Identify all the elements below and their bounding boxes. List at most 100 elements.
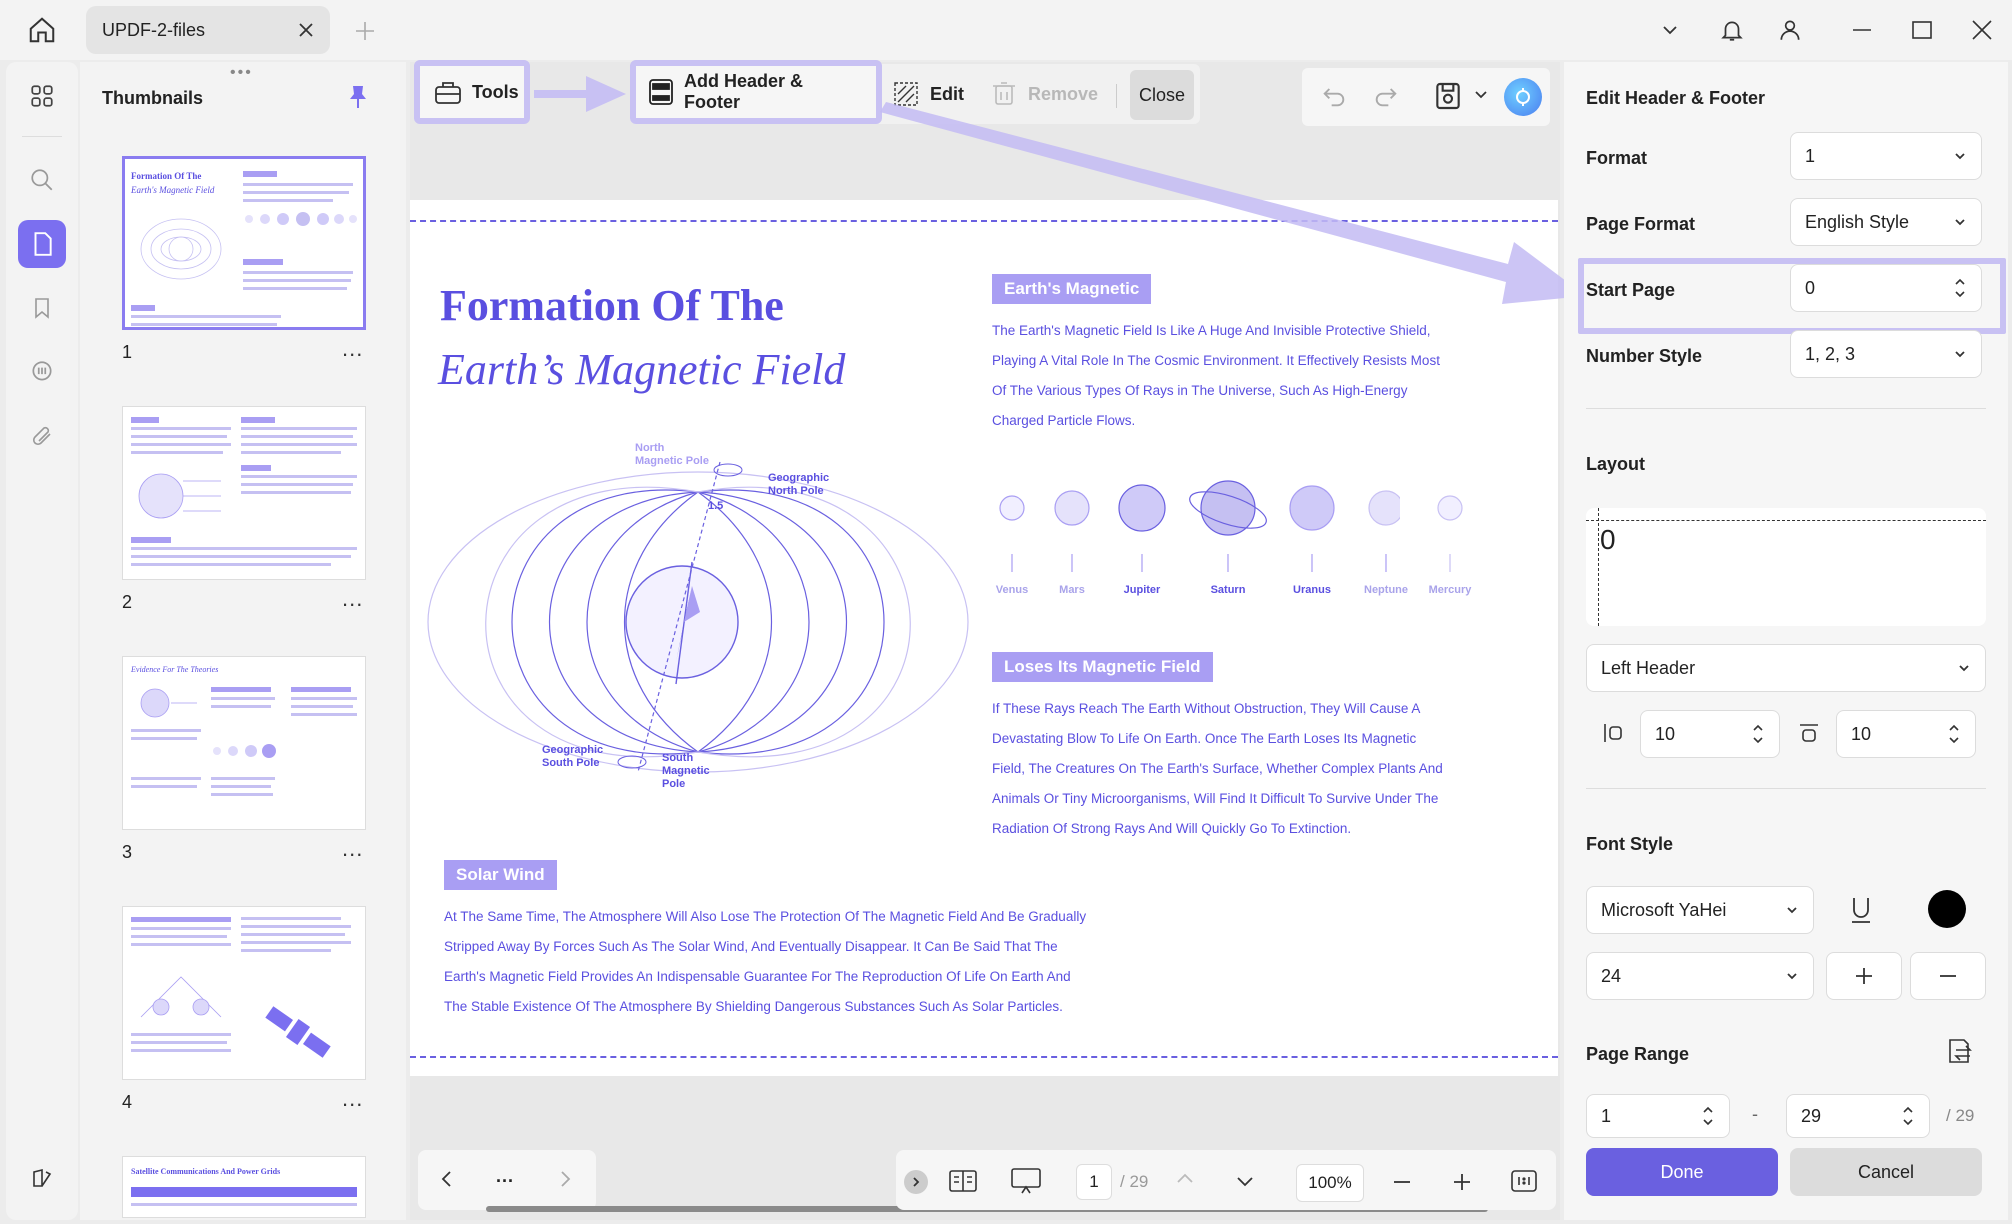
thumbnail-number: 1 <box>122 342 133 362</box>
underline-icon[interactable] <box>1846 894 1876 926</box>
stepper-arrows-icon[interactable] <box>1947 722 1961 746</box>
planet-label-saturn: Saturn <box>1210 584 1246 596</box>
maximize-icon[interactable] <box>1906 14 1938 46</box>
add-header-footer-button[interactable]: Add Header & Footer <box>630 60 882 124</box>
stepper-arrows-icon[interactable] <box>1953 276 1967 300</box>
stepper-arrows-icon[interactable] <box>1751 722 1765 746</box>
bell-icon[interactable] <box>1714 12 1750 48</box>
label-south-magnetic-pole: South Magnetic Pole <box>662 752 710 790</box>
format-select[interactable]: 1 <box>1790 132 1982 180</box>
chevron-down-icon <box>1787 973 1797 980</box>
start-page-value: 0 <box>1805 277 1816 298</box>
thumbnail-page-4[interactable] <box>122 906 366 1080</box>
chevron-down-icon <box>1787 907 1797 914</box>
number-style-select[interactable]: 1, 2, 3 <box>1790 330 1982 378</box>
user-icon[interactable] <box>1772 12 1808 48</box>
next-icon[interactable] <box>554 1168 576 1190</box>
thumbnails-panel: ••• Thumbnails Formation Of The Earth's … <box>80 62 406 1220</box>
minus-icon <box>1940 975 1956 977</box>
two-page-view-icon[interactable] <box>948 1168 978 1194</box>
text-line: Of The Various Types Of Rays in The Univ… <box>992 383 1408 398</box>
preview-guide-v <box>1598 508 1599 626</box>
font-family-select[interactable]: Microsoft YaHei <box>1586 886 1814 934</box>
document-tab[interactable]: UPDF-2-files <box>86 6 330 54</box>
page-format-select[interactable]: English Style <box>1790 198 1982 246</box>
decrease-font-button[interactable] <box>1910 952 1986 1000</box>
document-title-line2: Earth’s Magnetic Field <box>438 345 846 394</box>
thumbnail-more-button[interactable]: ... <box>342 336 363 362</box>
page-down-icon[interactable] <box>1234 1170 1256 1192</box>
position-select[interactable]: Left Header <box>1586 644 1986 692</box>
page-range-swap-icon[interactable] <box>1944 1036 1974 1068</box>
zoom-in-icon[interactable] <box>1452 1172 1472 1192</box>
arrow-tools-to-header <box>534 76 626 112</box>
expand-icon[interactable] <box>904 1170 928 1194</box>
section-heading-solar-wind: Solar Wind <box>444 860 557 890</box>
theme-icon[interactable] <box>18 1154 66 1202</box>
done-button[interactable]: Done <box>1586 1148 1778 1196</box>
minimize-icon[interactable] <box>1846 14 1878 46</box>
page-format-label: Page Format <box>1586 214 1696 234</box>
page-up-icon[interactable] <box>1174 1168 1196 1190</box>
previous-icon[interactable] <box>436 1168 458 1190</box>
label-north-magnetic-pole: North Magnetic Pole <box>635 442 709 467</box>
label-geographic-south-pole: Geographic South Pole <box>542 744 604 769</box>
close-window-icon[interactable] <box>1966 14 1998 46</box>
search-icon[interactable] <box>18 156 66 204</box>
thumbnail-page-3[interactable]: Evidence For The Theories <box>122 656 366 830</box>
thumbnail-more-button[interactable]: ... <box>342 836 363 862</box>
range-dash: - <box>1752 1104 1758 1124</box>
range-end-stepper[interactable]: 29 <box>1786 1094 1930 1138</box>
font-color-swatch[interactable] <box>1928 890 1966 928</box>
home-icon[interactable] <box>22 12 62 48</box>
range-start-stepper[interactable]: 1 <box>1586 1094 1730 1138</box>
stepper-arrows-icon[interactable] <box>1701 1104 1715 1128</box>
thumbnail-page-1[interactable]: Formation Of The Earth's Magnetic Field <box>122 156 366 330</box>
left-margin-stepper[interactable]: 10 <box>1640 710 1780 758</box>
label-geographic-north-pole: Geographic North Pole <box>768 472 830 497</box>
actual-size-icon[interactable] <box>1510 1168 1538 1194</box>
page-number-input[interactable]: 1 <box>1076 1164 1112 1200</box>
font-size-select[interactable]: 24 <box>1586 952 1814 1000</box>
organize-grid-icon[interactable] <box>18 72 66 120</box>
planet-label-jupiter: Jupiter <box>1123 584 1161 596</box>
more-nav-button[interactable]: ... <box>496 1166 514 1187</box>
comment-icon[interactable] <box>18 348 66 396</box>
close-tab-icon[interactable] <box>298 22 314 38</box>
header-footer-icon <box>649 79 673 105</box>
new-tab-icon[interactable] <box>350 16 380 46</box>
cancel-button[interactable]: Cancel <box>1790 1148 1982 1196</box>
layout-label: Layout <box>1586 454 1646 474</box>
font-size-value: 24 <box>1601 965 1622 986</box>
drag-handle[interactable]: ••• <box>230 64 253 82</box>
section-body-earths-magnetic: The Earth's Magnetic Field Is Like A Hug… <box>992 316 1512 436</box>
panel-title: Edit Header & Footer <box>1586 88 1766 108</box>
panel-divider <box>1586 408 1986 409</box>
top-margin-stepper[interactable]: 10 <box>1836 710 1976 758</box>
start-page-stepper[interactable]: 0 <box>1790 264 1982 312</box>
bookmark-icon[interactable] <box>18 284 66 332</box>
attachment-icon[interactable] <box>18 412 66 460</box>
text-line: Earth's Magnetic Field Provides An Indis… <box>444 969 1071 984</box>
thumb1-subtitle: Earth's Magnetic Field <box>131 185 215 195</box>
zoom-level[interactable]: 100% <box>1296 1164 1364 1202</box>
thumbnail-page-5[interactable]: Satellite Communications And Power Grids <box>122 1156 366 1218</box>
tools-button[interactable]: Tools <box>414 60 530 124</box>
thumbnail-page-2[interactable] <box>122 406 366 580</box>
presentation-icon[interactable] <box>1010 1166 1042 1196</box>
thumbnail-more-button[interactable]: ... <box>342 1086 363 1112</box>
chevron-down-icon <box>1955 153 1965 160</box>
zoom-out-icon[interactable] <box>1392 1172 1412 1192</box>
page-icon[interactable] <box>18 220 66 268</box>
range-total: / 29 <box>1946 1106 1975 1125</box>
stepper-arrows-icon[interactable] <box>1901 1104 1915 1128</box>
chevron-down-icon[interactable] <box>1654 14 1686 46</box>
text-line: Radiation Of Strong Rays And Will Quickl… <box>992 821 1352 836</box>
text-line: Stripped Away By Forces Such As The Sola… <box>444 939 1058 954</box>
thumbnail-more-button[interactable]: ... <box>342 586 363 612</box>
increase-font-button[interactable] <box>1826 952 1902 1000</box>
thumbnails-title: Thumbnails <box>102 88 204 108</box>
pin-icon[interactable] <box>346 84 370 110</box>
document-title-line1: Formation Of The <box>440 281 784 330</box>
planet-label-mercury: Mercury <box>1428 584 1472 596</box>
